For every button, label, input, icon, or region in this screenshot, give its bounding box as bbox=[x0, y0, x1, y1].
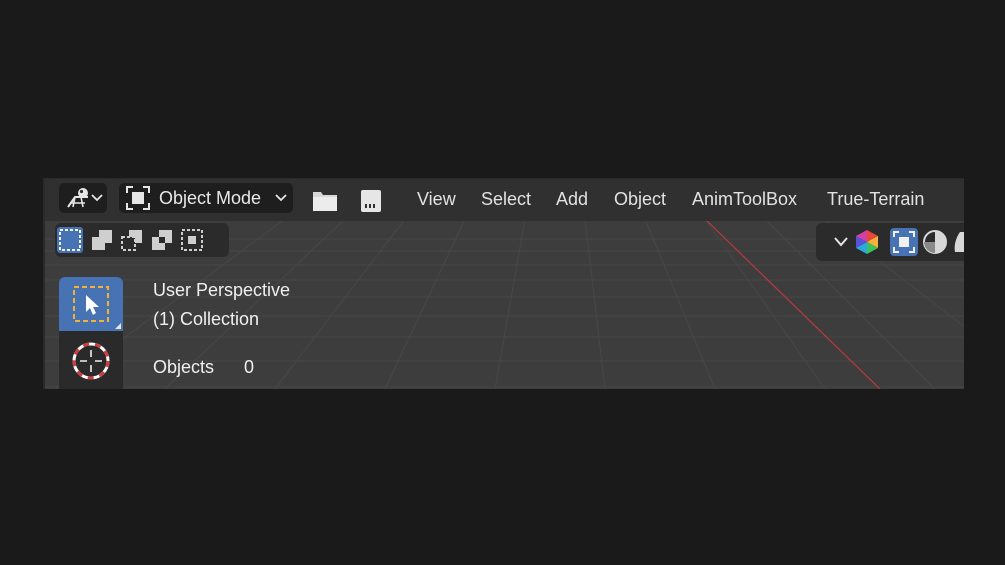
collection-label: (1) Collection bbox=[153, 309, 260, 329]
select-box-intersect-icon bbox=[180, 228, 204, 252]
viewport-shading-panel bbox=[816, 223, 964, 261]
cursor-tool-button[interactable] bbox=[59, 333, 123, 389]
save-file-button[interactable] bbox=[357, 187, 385, 215]
select-box-subtract-icon bbox=[120, 228, 144, 252]
objects-count: 0 bbox=[244, 357, 255, 377]
chevron-down-icon bbox=[91, 194, 103, 202]
wireframe-toggle-icon[interactable] bbox=[890, 228, 918, 256]
open-file-button[interactable] bbox=[311, 187, 339, 215]
object-mode-icon bbox=[125, 185, 151, 211]
corner-expand-icon bbox=[115, 323, 121, 329]
select-cursor-icon bbox=[72, 285, 110, 323]
menu-select[interactable]: Select bbox=[481, 179, 531, 219]
menu-view[interactable]: View bbox=[417, 179, 456, 219]
3d-cursor-icon bbox=[71, 341, 111, 381]
select-box-new-button[interactable] bbox=[57, 227, 83, 253]
viewport-gizmo-icon[interactable] bbox=[854, 229, 880, 255]
editor-type-button[interactable] bbox=[59, 183, 107, 213]
select-box-subtract-button[interactable] bbox=[119, 227, 145, 253]
select-box-extend-button[interactable] bbox=[89, 227, 115, 253]
select-mode-toolbar bbox=[55, 223, 229, 257]
select-box-tool-button[interactable] bbox=[59, 277, 123, 331]
viewport-header: Object Mode View Select Add Object AnimT… bbox=[45, 179, 964, 221]
save-icon bbox=[360, 189, 382, 213]
select-box-new-icon bbox=[58, 228, 82, 252]
3d-viewport-icon bbox=[65, 185, 91, 211]
mode-selector[interactable]: Object Mode bbox=[119, 183, 293, 213]
chevron-down-icon bbox=[275, 194, 287, 202]
menu-true-terrain[interactable]: True-Terrain bbox=[827, 179, 924, 219]
3d-viewport[interactable]: Object Mode View Select Add Object AnimT… bbox=[43, 178, 964, 389]
objects-label: Objects bbox=[153, 357, 215, 377]
solid-shading-icon[interactable] bbox=[922, 229, 948, 255]
select-box-extend-icon bbox=[90, 228, 114, 252]
folder-icon bbox=[312, 189, 338, 213]
select-box-invert-icon bbox=[150, 228, 174, 252]
chevron-down-icon[interactable] bbox=[834, 237, 848, 247]
select-box-intersect-button[interactable] bbox=[179, 227, 205, 253]
material-shading-icon[interactable] bbox=[952, 229, 964, 255]
menu-object[interactable]: Object bbox=[614, 179, 666, 219]
toolbar bbox=[59, 277, 123, 389]
view-name: User Perspective bbox=[153, 280, 291, 300]
mode-label: Object Mode bbox=[159, 187, 262, 208]
menu-animtoolbox[interactable]: AnimToolBox bbox=[692, 179, 797, 219]
menu-add[interactable]: Add bbox=[556, 179, 588, 219]
select-box-invert-button[interactable] bbox=[149, 227, 175, 253]
